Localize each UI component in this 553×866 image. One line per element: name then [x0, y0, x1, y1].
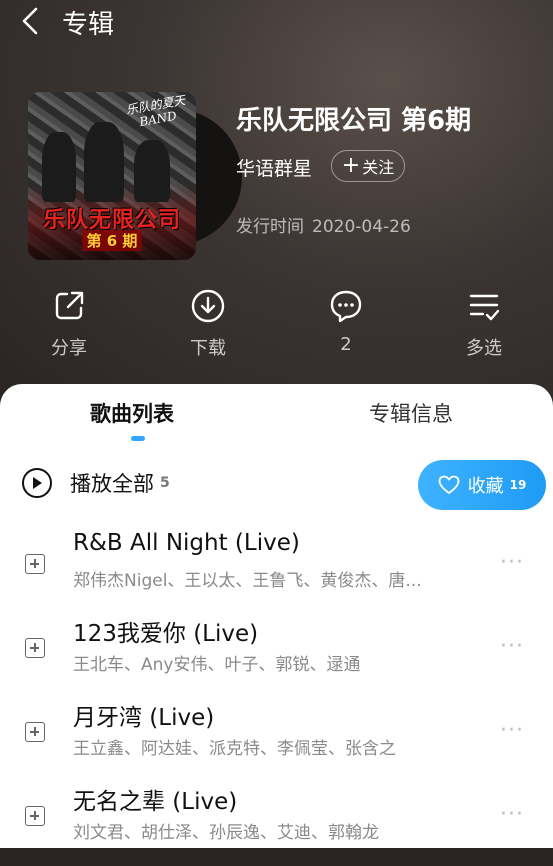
cover-band-logo: 乐队的夏天 BAND [124, 93, 187, 130]
share-icon [55, 291, 84, 320]
top-bar: 专辑 [0, 0, 553, 46]
release-label: 发行时间 [236, 217, 304, 237]
play-all-button[interactable]: 播放全部 5 [22, 468, 170, 498]
tab-indicator [131, 436, 145, 441]
song-title: 无名之辈 (Live) [73, 789, 238, 815]
follow-button[interactable]: + 关注 [331, 150, 405, 182]
comment-count: 2 [340, 334, 352, 355]
tab-album-info[interactable]: 专辑信息 [369, 398, 453, 428]
release-info: 发行时间 2020-04-26 [236, 212, 411, 237]
tab-song-list[interactable]: 歌曲列表 [90, 398, 174, 428]
chevron-left-icon [22, 7, 38, 35]
cover-figure [42, 132, 76, 202]
download-label: 下载 [190, 338, 226, 359]
multi-select-icon [469, 294, 500, 321]
more-icon[interactable]: ··· [500, 718, 524, 743]
comment-button[interactable]: 2 [306, 288, 386, 355]
song-list-sheet: 歌曲列表 专辑信息 播放全部 5 收藏 19 R&B All Night (Li… [0, 384, 553, 848]
multi-select-label: 多选 [466, 338, 502, 359]
more-icon[interactable]: ··· [500, 634, 524, 659]
album-cover-area: 乐队的夏天 BAND 乐队无限公司 第 6 期 [28, 92, 242, 262]
share-label: 分享 [51, 338, 87, 359]
song-title: 123我爱你 (Live) [73, 621, 259, 647]
song-row[interactable]: R&B All Night (Live) 郑伟杰Nigel、王以太、王鲁飞、黄俊… [0, 530, 553, 614]
add-to-playlist-icon[interactable] [25, 554, 45, 574]
share-button[interactable]: 分享 [29, 288, 109, 360]
cover-figure [84, 122, 124, 202]
album-artist[interactable]: 华语群星 [236, 154, 312, 181]
album-title: 乐队无限公司 第6期 [236, 106, 472, 136]
song-artists: 刘文君、胡仕泽、孙辰逸、艾迪、郭翰龙 [73, 823, 379, 843]
heart-icon [438, 475, 460, 494]
release-date: 2020-04-26 [312, 217, 411, 237]
plus-icon: + [341, 153, 361, 178]
album-cover[interactable]: 乐队的夏天 BAND 乐队无限公司 第 6 期 [28, 92, 196, 260]
back-button[interactable] [16, 6, 46, 36]
song-row[interactable]: 123我爱你 (Live) 王北车、Any安伟、叶子、郭锐、逯通 ··· [0, 614, 553, 698]
more-icon[interactable]: ··· [500, 802, 524, 827]
add-to-playlist-icon[interactable] [25, 722, 45, 742]
song-title: R&B All Night (Live) [73, 530, 300, 556]
add-to-playlist-icon[interactable] [25, 806, 45, 826]
comment-icon [330, 290, 362, 323]
song-title: 月牙湾 (Live) [73, 705, 215, 731]
download-button[interactable]: 下载 [168, 288, 248, 360]
song-row[interactable]: 无名之辈 (Live) 刘文君、胡仕泽、孙辰逸、艾迪、郭翰龙 ··· [0, 782, 553, 866]
song-artists: 郑伟杰Nigel、王以太、王鲁飞、黄俊杰、唐... [73, 571, 422, 591]
cover-subtitle: 第 6 期 [82, 230, 142, 251]
collect-label: 收藏 [467, 476, 504, 497]
multi-select-button[interactable]: 多选 [444, 288, 524, 360]
song-count: 5 [160, 475, 170, 491]
cover-figure [134, 140, 170, 202]
page-title: 专辑 [62, 10, 115, 40]
follow-label: 关注 [362, 158, 395, 177]
song-artists: 王立鑫、阿达娃、派克特、李佩莹、张含之 [73, 739, 396, 759]
collect-button[interactable]: 收藏 19 [418, 460, 546, 510]
collect-count: 19 [509, 478, 527, 492]
song-artists: 王北车、Any安伟、叶子、郭锐、逯通 [73, 655, 361, 675]
download-icon [191, 289, 225, 323]
more-icon[interactable]: ··· [500, 550, 524, 575]
song-row[interactable]: 月牙湾 (Live) 王立鑫、阿达娃、派克特、李佩莹、张含之 ··· [0, 698, 553, 782]
play-icon [22, 468, 52, 498]
add-to-playlist-icon[interactable] [25, 638, 45, 658]
play-all-label: 播放全部 [70, 472, 154, 496]
